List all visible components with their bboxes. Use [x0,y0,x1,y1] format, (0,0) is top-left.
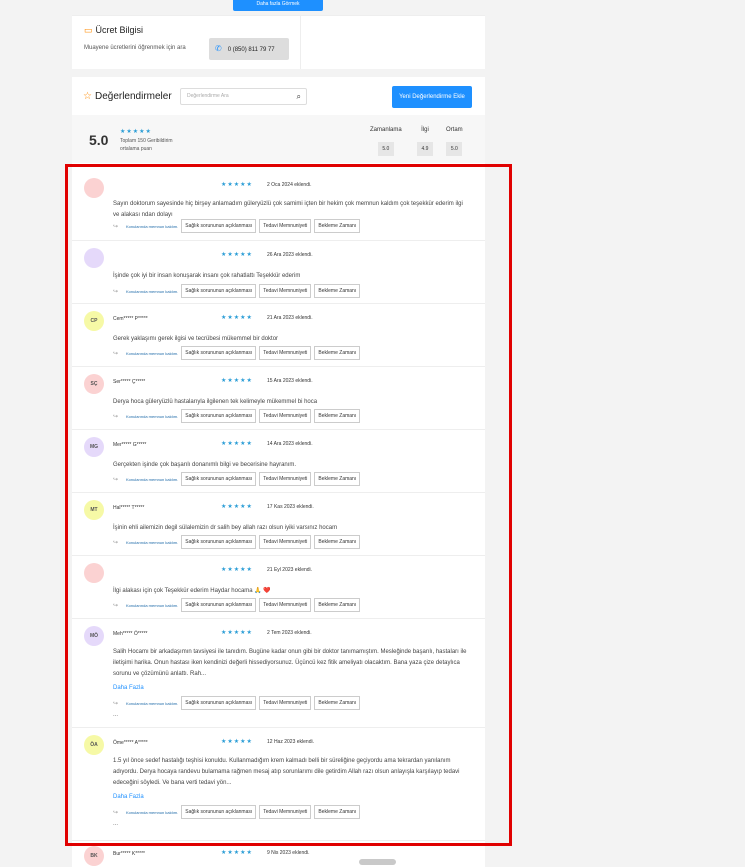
divider [300,16,301,69]
average-score: 5.0 [89,132,109,148]
summary-stars: ★★★★★ [120,129,152,135]
review-item: BK Bur***** K***** ★★★★★ 9 Nis 2023 ekle… [72,844,485,867]
criterion-value: 4.9 [417,142,433,156]
avatar: BK [84,846,104,866]
criterion-label: Zamanlama [370,127,402,133]
review-date: 9 Nis 2023 eklendi. [267,850,310,856]
criterion-timing: Zamanlama 5.0 [370,127,402,156]
wallet-icon: ▭ [84,25,93,35]
fee-info-card: ▭ Ücret Bilgisi Muayene ücretlerini öğren… [72,15,485,69]
criterion-value: 5.0 [377,142,394,156]
search-placeholder: Değerlendirme Ara [187,93,229,99]
review-search-input[interactable]: Değerlendirme Ara ⌕ [180,88,307,105]
add-review-button[interactable]: Yeni Değerlendirme Ekle [392,86,472,108]
search-icon[interactable]: ⌕ [297,89,301,104]
reviews-title: Değerlendirmeler [94,91,172,102]
star-outline-icon: ☆ [83,91,92,102]
more-button[interactable]: Daha fazla Görmek [233,0,323,11]
fee-title-text: Ücret Bilgisi [95,25,144,35]
reviews-heading: ☆ Değerlendirmeler [83,91,172,102]
review-stars: ★★★★★ [221,850,253,856]
average-label: ortalama puan [120,146,152,152]
reviewer-name: Bur***** K***** [113,851,145,857]
highlight-box [65,164,512,846]
feedback-count: Toplam 150 Geribildirim [120,138,173,144]
scrollbar-thumb[interactable] [359,859,396,865]
phone-icon: ✆ [215,44,222,53]
criterion-environment: Ortam 5.0 [446,127,463,156]
criterion-attention: İlgi 4.9 [417,127,433,156]
summary-count: Toplam 150 Geribildirim ortalama puan [120,137,190,153]
criterion-value: 5.0 [446,142,463,156]
rating-summary: 5.0 ★★★★★ Toplam 150 Geribildirim ortala… [72,115,485,163]
fee-description: Muayene ücretlerini öğrenmek için ara [84,45,186,51]
criterion-label: Ortam [446,127,463,133]
phone-button[interactable]: ✆ 0 (850) 811 79 77 [209,38,289,60]
fee-title: ▭ Ücret Bilgisi [84,25,143,36]
criterion-label: İlgi [421,127,429,133]
phone-number: 0 (850) 811 79 77 [227,47,275,53]
